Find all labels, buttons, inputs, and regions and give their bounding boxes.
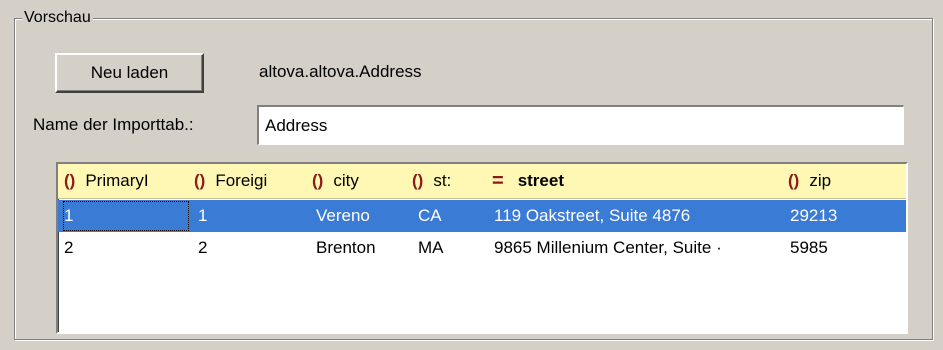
preview-grid[interactable]: () PrimaryI () Foreigi () city () st: = … [56,162,908,334]
column-header-state[interactable]: () st: [408,164,488,198]
column-header-label: Foreigi [215,171,268,190]
table-cell[interactable]: 5985 [790,232,900,264]
table-cell[interactable]: 2 [62,232,190,264]
import-name-input[interactable] [257,105,904,145]
column-header-label: st: [433,171,452,190]
column-header-label: city [333,171,359,190]
table-cell[interactable]: 119 Oakstreet, Suite 4876 [494,200,784,232]
table-cell[interactable]: Vereno [316,200,406,232]
column-header-label: street [517,171,564,190]
import-name-label: Name der Importtab.: [33,115,194,134]
grid-header: () PrimaryI () Foreigi () city () st: = … [58,164,906,199]
table-cell[interactable]: MA [418,232,488,264]
column-header-street[interactable]: = street [488,164,784,198]
table-cell[interactable]: CA [418,200,488,232]
column-header-label: zip [809,171,832,190]
element-icon: () [64,171,76,190]
table-cell[interactable]: 1 [198,200,308,232]
table-cell[interactable]: 9865 Millenium Center, Suite · [494,232,784,264]
table-cell[interactable]: Brenton [316,232,406,264]
reload-button[interactable]: Neu laden [55,53,204,93]
element-icon: () [312,171,324,190]
element-icon: () [412,171,424,190]
element-icon: () [194,171,206,190]
table-cell[interactable]: 29213 [790,200,900,232]
preview-group-title: Vorschau [22,8,93,28]
column-header-label: PrimaryI [85,171,149,190]
column-header-primaryid[interactable]: () PrimaryI [60,164,190,198]
column-header-zip[interactable]: () zip [784,164,904,198]
column-header-city[interactable]: () city [308,164,408,198]
element-icon: () [788,171,800,190]
table-cell[interactable]: 1 [62,200,190,232]
source-table-name: altova.altova.Address [259,62,422,81]
table-row[interactable]: 2 2 Brenton MA 9865 Millenium Center, Su… [58,232,906,264]
column-header-foreignid[interactable]: () Foreigi [190,164,308,198]
attribute-icon: = [492,169,504,192]
table-row[interactable]: 1 1 Vereno CA 119 Oakstreet, Suite 4876 … [58,200,906,232]
table-cell[interactable]: 2 [198,232,308,264]
